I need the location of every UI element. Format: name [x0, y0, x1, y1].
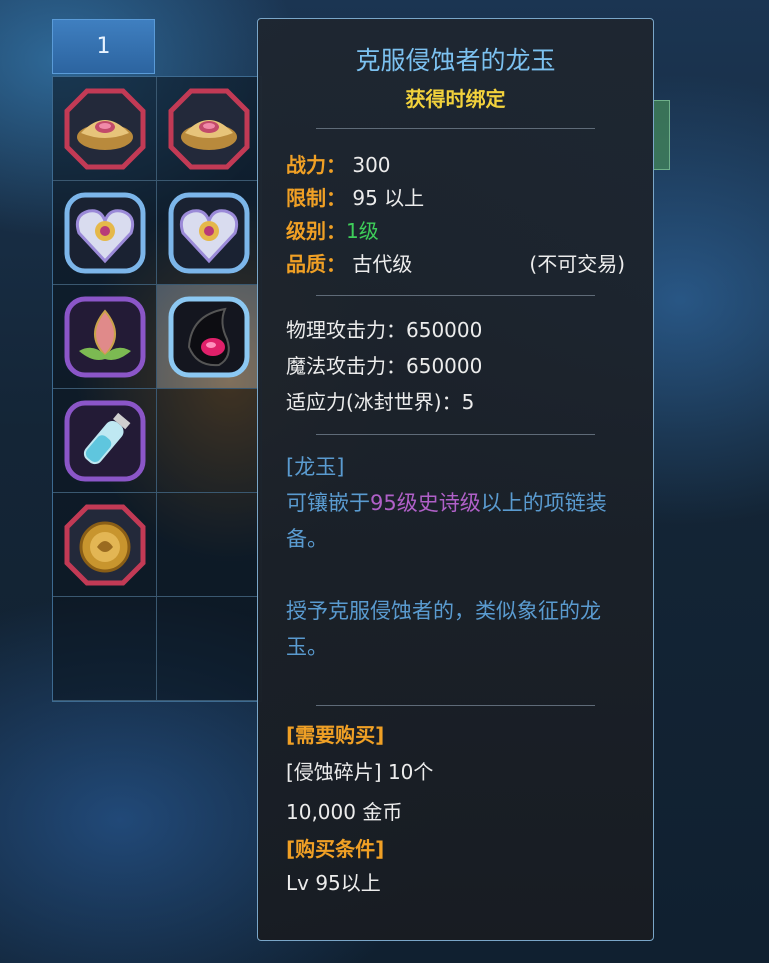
inventory-slot[interactable] — [53, 77, 157, 181]
heart-gem-icon — [64, 192, 145, 273]
inventory-slot-empty[interactable] — [157, 597, 261, 701]
side-panel-tab[interactable] — [653, 100, 670, 170]
divider — [316, 128, 595, 129]
inventory-slot-empty[interactable] — [53, 597, 157, 701]
attribute-block: 物理攻击力：650000 魔法攻击力：650000 适应力(冰封世界)：5 — [286, 312, 625, 420]
limit-value: 95 以上 — [352, 186, 425, 210]
inventory-slot-empty[interactable] — [157, 493, 261, 597]
divider — [316, 434, 595, 435]
flavor-line-1: 授予克服侵蚀者的，类似象征的龙 — [286, 599, 601, 623]
potion-vial-icon — [64, 400, 145, 481]
inventory-slot[interactable] — [157, 77, 261, 181]
flavor-text: 授予克服侵蚀者的，类似象征的龙 玉。 — [286, 593, 625, 665]
item-category: [龙玉] — [286, 455, 345, 479]
inventory-slot[interactable] — [53, 181, 157, 285]
quality-value: 古代级 — [352, 252, 413, 276]
power-label: 战力： — [286, 153, 346, 177]
attribute-magic-attack: 魔法攻击力：650000 — [286, 354, 483, 378]
divider — [316, 295, 595, 296]
purchase-header: [需要购买] — [286, 723, 385, 747]
level-row: 级别：1级 — [286, 215, 625, 248]
inventory-slot[interactable] — [53, 389, 157, 493]
item-tooltip: 克服侵蚀者的龙玉 获得时绑定 战力： 300 限制： 95 以上 级别：1级 品… — [257, 18, 654, 941]
inventory-slot-selected[interactable] — [157, 285, 261, 389]
attribute-adaptability: 适应力(冰封世界)：5 — [286, 390, 475, 414]
gold-medallion-icon — [64, 504, 145, 585]
flavor-line-2: 玉。 — [286, 635, 328, 659]
purchase-condition-header: [购买条件] — [286, 837, 385, 861]
inventory-slot[interactable] — [157, 181, 261, 285]
socket-description: 可镶嵌于95级史诗级以上的项链装备。 — [286, 485, 625, 557]
lotus-bud-icon — [64, 296, 145, 377]
socket-item: 项链装 — [543, 491, 607, 515]
purchase-material: [侵蚀碎片] 10个 — [286, 760, 434, 784]
gold-ingot-icon — [64, 88, 145, 169]
dark-claw-icon — [168, 296, 249, 377]
gold-ingot-icon — [168, 88, 249, 169]
item-title: 克服侵蚀者的龙玉 — [355, 46, 556, 75]
bind-status: 获得时绑定 — [405, 87, 506, 111]
heart-gem-icon — [168, 192, 249, 273]
socket-text: 可镶嵌于 — [286, 491, 370, 515]
inventory-slot[interactable] — [53, 285, 157, 389]
purchase-gold: 10,000 金币 — [286, 800, 403, 824]
inventory-tab-1[interactable]: 1 — [52, 19, 155, 74]
socket-tail: 备。 — [286, 527, 328, 551]
power-value: 300 — [352, 153, 391, 177]
inventory-slot-empty[interactable] — [157, 389, 261, 493]
quality-row: 品质： 古代级 (不可交易) — [286, 248, 625, 281]
divider — [316, 705, 595, 706]
limit-label: 限制： — [286, 186, 346, 210]
level-value: 1级 — [346, 219, 379, 243]
attribute-physical-attack: 物理攻击力：650000 — [286, 318, 483, 342]
description-block: [龙玉] 可镶嵌于95级史诗级以上的项链装备。 授予克服侵蚀者的，类似象征的龙玉… — [286, 449, 625, 665]
purchase-block: [需要购买] [侵蚀碎片] 10个 10,000 金币 [购买条件] Lv 95… — [286, 718, 625, 900]
purchase-condition: Lv 95以上 — [286, 871, 381, 895]
socket-text-mid: 以上的 — [480, 491, 544, 515]
power-row: 战力： 300 — [286, 149, 625, 182]
socket-requirement: 95级史诗级 — [370, 491, 481, 515]
quality-label: 品质： — [286, 252, 346, 276]
inventory-grid — [52, 76, 262, 702]
trade-status: (不可交易) — [529, 252, 625, 276]
stat-block: 战力： 300 限制： 95 以上 级别：1级 品质： 古代级 (不可交易) — [286, 149, 625, 281]
level-label: 级别： — [286, 219, 346, 243]
inventory-slot[interactable] — [53, 493, 157, 597]
limit-row: 限制： 95 以上 — [286, 182, 625, 215]
